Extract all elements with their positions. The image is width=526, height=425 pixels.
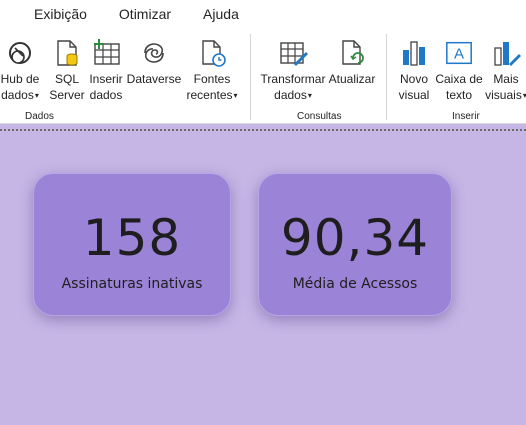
document-clock-icon	[197, 38, 227, 68]
menu-otimizar[interactable]: Otimizar	[119, 6, 171, 22]
refresh-document-icon	[337, 38, 367, 68]
svg-text:A: A	[454, 46, 464, 63]
table-plus-icon	[91, 38, 121, 68]
menu-ajuda[interactable]: Ajuda	[203, 6, 239, 22]
group-label-inserir: Inserir	[452, 111, 480, 122]
dataverse-button[interactable]: Dataverse	[127, 38, 181, 87]
ribbon-separator	[386, 34, 387, 120]
atualizar-button[interactable]: Atualizar	[327, 38, 377, 87]
mais-visuais-button[interactable]: Mais visuais▾	[484, 38, 526, 104]
hub-icon	[5, 38, 35, 68]
group-label-consultas: Consultas	[297, 111, 342, 122]
kpi-label: Assinaturas inativas	[61, 276, 203, 292]
kpi-card-media-acessos[interactable]: 90,34 Média de Acessos	[258, 173, 452, 316]
ribbon-separator	[250, 34, 251, 120]
table-pencil-icon	[278, 38, 308, 68]
dataverse-icon	[139, 38, 169, 68]
more-visuals-icon	[491, 38, 521, 68]
chevron-down-icon: ▾	[233, 91, 238, 100]
chevron-down-icon: ▾	[34, 91, 39, 100]
fontes-recentes-button[interactable]: Fontes recentes▾	[184, 38, 240, 104]
hub-de-dados-button[interactable]: Hub de dados▾	[0, 38, 42, 104]
menu-bar: Exibição Otimizar Ajuda	[0, 0, 526, 28]
canvas-top-border	[0, 129, 526, 131]
group-label-dados: Dados	[25, 111, 54, 122]
kpi-card-assinaturas[interactable]: 158 Assinaturas inativas	[33, 173, 231, 316]
kpi-value: 158	[82, 209, 182, 267]
textbox-icon: A	[444, 38, 474, 68]
kpi-value: 90,34	[280, 209, 430, 267]
database-icon	[52, 38, 82, 68]
chevron-down-icon: ▾	[307, 91, 312, 100]
ribbon: Hub de dados▾ SQL Server Inserir dados D…	[0, 28, 526, 124]
caixa-de-texto-button[interactable]: A Caixa de texto	[434, 38, 484, 103]
menu-exibicao[interactable]: Exibição	[34, 6, 87, 22]
kpi-label: Média de Acessos	[292, 276, 418, 292]
sql-server-button[interactable]: SQL Server	[49, 38, 85, 103]
novo-visual-button[interactable]: Novo visual	[397, 38, 431, 103]
inserir-dados-button[interactable]: Inserir dados	[89, 38, 123, 103]
bar-chart-icon	[399, 38, 429, 68]
transformar-dados-button[interactable]: Transformar dados▾	[260, 38, 326, 104]
